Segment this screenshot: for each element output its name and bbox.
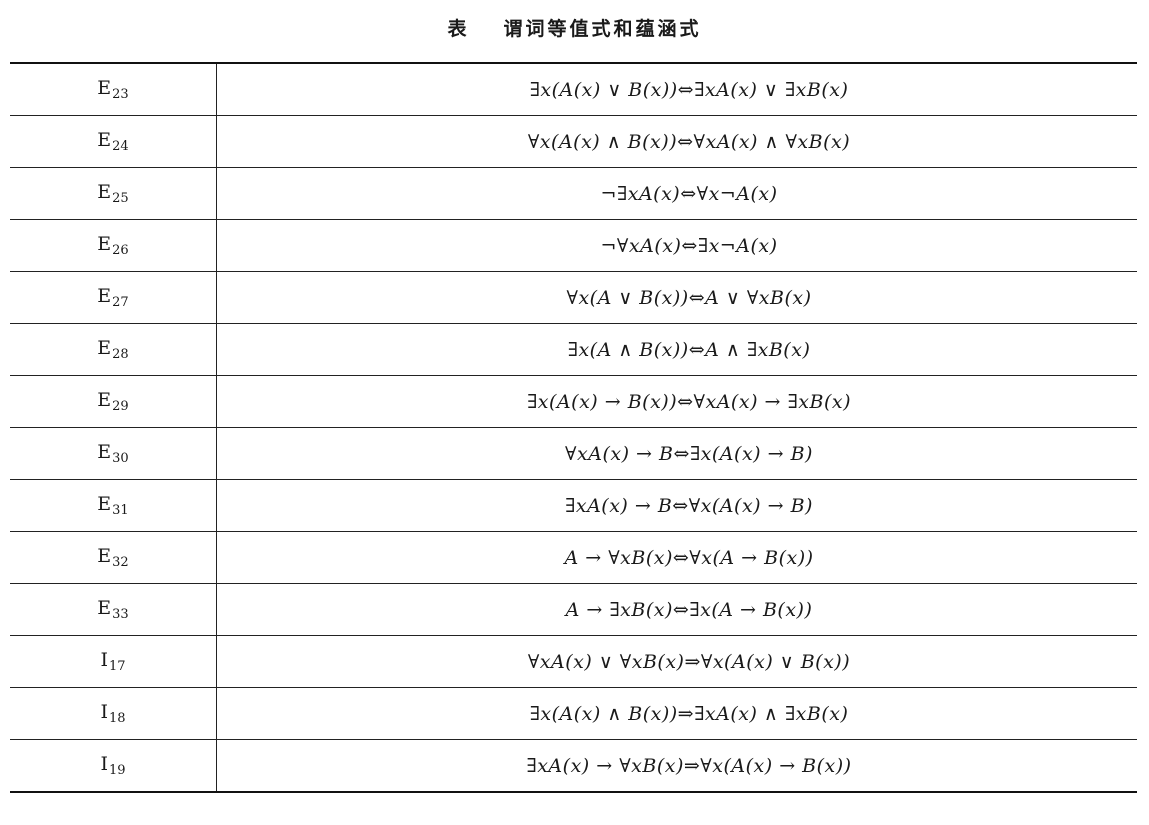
- page-title: 表 谓词等值式和蕴涵式: [0, 14, 1149, 41]
- label-letter: E: [97, 233, 112, 255]
- row-label: I19: [10, 739, 217, 793]
- table-row: E32 A → ∀xB(x)⇔∀x(A → B(x)): [10, 531, 1137, 584]
- row-label: E24: [10, 115, 217, 168]
- row-formula: ∀xA(x) → B⇔∃x(A(x) → B): [216, 427, 1137, 480]
- row-formula: ∃x(A(x) ∧ B(x))⇒∃xA(x) ∧ ∃xB(x): [216, 687, 1137, 740]
- table-row: E26 ¬∀xA(x)⇔∃x¬A(x): [10, 219, 1137, 272]
- label-subscript: 18: [108, 711, 126, 726]
- table-row: E30 ∀xA(x) → B⇔∃x(A(x) → B): [10, 427, 1137, 480]
- label-letter: E: [97, 129, 112, 151]
- row-formula: ∀xA(x) ∨ ∀xB(x)⇒∀x(A(x) ∨ B(x)): [216, 635, 1137, 688]
- label-letter: E: [97, 493, 112, 515]
- table-row: E29 ∃x(A(x) → B(x))⇔∀xA(x) → ∃xB(x): [10, 375, 1137, 428]
- row-label: E33: [10, 583, 217, 636]
- row-formula: A → ∀xB(x)⇔∀x(A → B(x)): [216, 531, 1137, 584]
- row-formula: A → ∃xB(x)⇔∃x(A → B(x)): [216, 583, 1137, 636]
- label-letter: E: [97, 389, 112, 411]
- row-formula: ¬∀xA(x)⇔∃x¬A(x): [216, 219, 1137, 272]
- label-letter: E: [97, 337, 112, 359]
- label-letter: I: [100, 701, 108, 723]
- table-row: E24 ∀x(A(x) ∧ B(x))⇔∀xA(x) ∧ ∀xB(x): [10, 115, 1137, 168]
- table-row: E25 ¬∃xA(x)⇔∀x¬A(x): [10, 167, 1137, 220]
- table-row: I18 ∃x(A(x) ∧ B(x))⇒∃xA(x) ∧ ∃xB(x): [10, 687, 1137, 740]
- row-label: E30: [10, 427, 217, 480]
- label-subscript: 19: [108, 763, 126, 778]
- row-formula: ∃xA(x) → B⇔∀x(A(x) → B): [216, 479, 1137, 532]
- row-formula: ∃x(A(x) ∨ B(x))⇔∃xA(x) ∨ ∃xB(x): [216, 62, 1137, 116]
- table-row: E28 ∃x(A ∧ B(x))⇔A ∧ ∃xB(x): [10, 323, 1137, 376]
- label-subscript: 17: [108, 659, 126, 674]
- table-title: 谓词等值式和蕴涵式: [503, 18, 702, 40]
- row-label: E28: [10, 323, 217, 376]
- label-subscript: 28: [112, 347, 129, 362]
- row-formula: ¬∃xA(x)⇔∀x¬A(x): [216, 167, 1137, 220]
- row-formula: ∃x(A ∧ B(x))⇔A ∧ ∃xB(x): [216, 323, 1137, 376]
- label-letter: I: [100, 649, 108, 671]
- table-row: E23 ∃x(A(x) ∨ B(x))⇔∃xA(x) ∨ ∃xB(x): [10, 62, 1137, 116]
- formula-table: E23 ∃x(A(x) ∨ B(x))⇔∃xA(x) ∨ ∃xB(x) E24 …: [10, 62, 1137, 793]
- row-label: E32: [10, 531, 217, 584]
- label-subscript: 23: [112, 87, 129, 102]
- table-row: I17 ∀xA(x) ∨ ∀xB(x)⇒∀x(A(x) ∨ B(x)): [10, 635, 1137, 688]
- label-letter: E: [97, 597, 112, 619]
- table-row: I19 ∃xA(x) → ∀xB(x)⇒∀x(A(x) → B(x)): [10, 739, 1137, 793]
- row-formula: ∃xA(x) → ∀xB(x)⇒∀x(A(x) → B(x)): [216, 739, 1137, 793]
- label-letter: I: [100, 753, 108, 775]
- label-subscript: 32: [112, 555, 129, 570]
- row-label: I17: [10, 635, 217, 688]
- label-letter: E: [97, 545, 112, 567]
- label-subscript: 27: [112, 295, 129, 310]
- table-mark: 表: [447, 18, 470, 40]
- row-formula: ∀x(A(x) ∧ B(x))⇔∀xA(x) ∧ ∀xB(x): [216, 115, 1137, 168]
- formula-table-wrapper: E23 ∃x(A(x) ∨ B(x))⇔∃xA(x) ∨ ∃xB(x) E24 …: [10, 62, 1137, 793]
- row-label: E26: [10, 219, 217, 272]
- label-letter: E: [97, 77, 112, 99]
- row-label: E27: [10, 271, 217, 324]
- label-subscript: 33: [112, 607, 129, 622]
- table-row: E27 ∀x(A ∨ B(x))⇔A ∨ ∀xB(x): [10, 271, 1137, 324]
- row-label: E23: [10, 62, 217, 116]
- label-subscript: 29: [112, 399, 129, 414]
- label-subscript: 25: [112, 191, 129, 206]
- label-subscript: 26: [112, 243, 129, 258]
- table-row: E33 A → ∃xB(x)⇔∃x(A → B(x)): [10, 583, 1137, 636]
- label-letter: E: [97, 181, 112, 203]
- row-formula: ∀x(A ∨ B(x))⇔A ∨ ∀xB(x): [216, 271, 1137, 324]
- label-subscript: 24: [112, 139, 129, 154]
- table-row: E31 ∃xA(x) → B⇔∀x(A(x) → B): [10, 479, 1137, 532]
- label-subscript: 31: [112, 503, 129, 518]
- row-label: I18: [10, 687, 217, 740]
- label-subscript: 30: [112, 451, 129, 466]
- row-label: E25: [10, 167, 217, 220]
- row-label: E31: [10, 479, 217, 532]
- label-letter: E: [97, 285, 112, 307]
- row-formula: ∃x(A(x) → B(x))⇔∀xA(x) → ∃xB(x): [216, 375, 1137, 428]
- label-letter: E: [97, 441, 112, 463]
- row-label: E29: [10, 375, 217, 428]
